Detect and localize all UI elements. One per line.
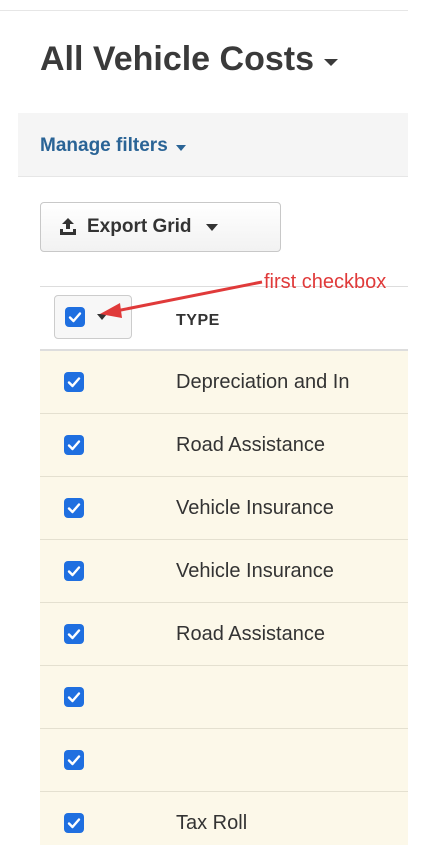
checkmark-icon [67, 377, 81, 388]
row-checkbox[interactable] [64, 561, 84, 581]
manage-filters-label: Manage filters [40, 135, 168, 156]
checkmark-icon [67, 818, 81, 829]
row-checkbox[interactable] [64, 498, 84, 518]
column-header-type[interactable]: TYPE [176, 312, 220, 330]
export-grid-button[interactable]: Export Grid [40, 202, 281, 252]
checkmark-icon [67, 755, 81, 766]
export-grid-label: Export Grid [87, 216, 192, 237]
caret-down-icon [205, 223, 218, 231]
page-title-dropdown[interactable]: All Vehicle Costs [40, 40, 338, 79]
table-row[interactable]: Tax Roll [40, 792, 408, 845]
cell-type: Depreciation and In [176, 370, 350, 393]
page: All Vehicle Costs Manage filters Export … [0, 0, 439, 845]
checkmark-icon [67, 629, 81, 640]
cell-type: Tax Roll [176, 811, 248, 834]
caret-down-icon [175, 144, 186, 151]
checkmark-icon [67, 692, 81, 703]
row-checkbox[interactable] [64, 750, 84, 770]
table-row[interactable]: Vehicle Insurance [40, 540, 408, 603]
upload-icon [60, 218, 76, 235]
checkmark-icon [68, 312, 82, 323]
caret-down-icon [97, 314, 107, 320]
table-row[interactable]: Depreciation and In [40, 351, 408, 414]
row-checkbox[interactable] [64, 687, 84, 707]
row-checkbox[interactable] [64, 813, 84, 833]
cell-type: Road Assistance [176, 622, 325, 645]
cell-type: Road Assistance [176, 433, 325, 456]
table-row[interactable]: Vehicle Insurance [40, 477, 408, 540]
table-row[interactable]: Road Assistance [40, 603, 408, 666]
cell-type: Vehicle Insurance [176, 496, 334, 519]
checkmark-icon [67, 440, 81, 451]
manage-filters-dropdown[interactable]: Manage filters [40, 135, 186, 157]
table-row[interactable] [40, 729, 408, 792]
cell-type: Vehicle Insurance [176, 559, 334, 582]
caret-down-icon [324, 59, 338, 66]
annotation-label: first checkbox [264, 271, 387, 293]
grid-body: Depreciation and In Road Assistance Vehicl… [40, 351, 408, 845]
top-divider [0, 10, 408, 11]
row-checkbox[interactable] [64, 372, 84, 392]
table-row[interactable] [40, 666, 408, 729]
row-checkbox[interactable] [64, 624, 84, 644]
table-row[interactable]: Road Assistance [40, 414, 408, 477]
page-title: All Vehicle Costs [40, 40, 314, 78]
grid-header: TYPE [40, 287, 408, 351]
checkmark-icon [67, 503, 81, 514]
row-checkbox[interactable] [64, 435, 84, 455]
checkmark-icon [67, 566, 81, 577]
select-all-dropdown[interactable] [54, 295, 132, 339]
vehicle-costs-grid: TYPE Depreciation and In Road Assistance V… [40, 286, 408, 845]
filters-bar: Manage filters [18, 113, 408, 177]
select-all-checkbox[interactable] [65, 307, 85, 327]
